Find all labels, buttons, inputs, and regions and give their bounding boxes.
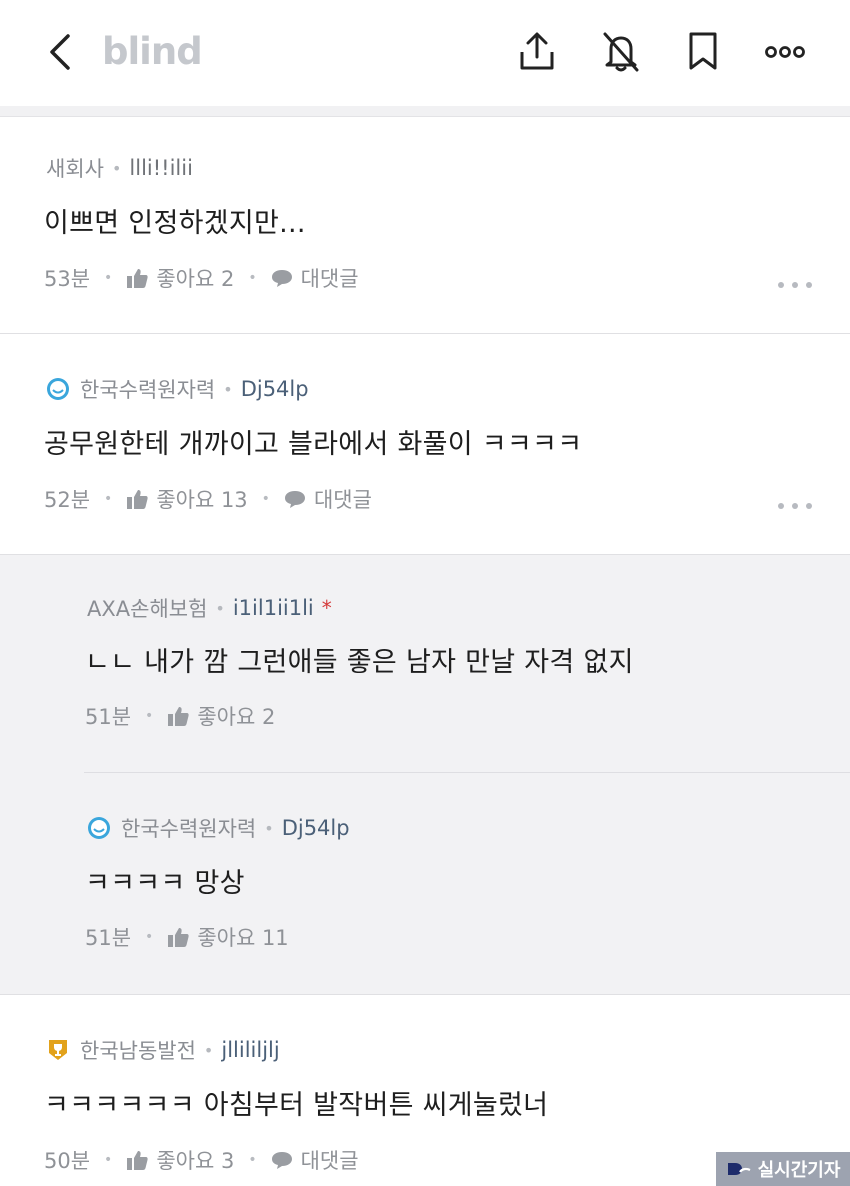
company-name[interactable]: 새회사 bbox=[46, 153, 104, 183]
meta-dot: • bbox=[264, 818, 274, 838]
reply-label: 대댓글 bbox=[300, 1149, 359, 1173]
comment-footer: 51분 • 좋아요 2 bbox=[85, 701, 275, 731]
dc-logo-icon bbox=[727, 1163, 751, 1175]
watermark: 실시간기자 bbox=[716, 1152, 850, 1186]
company-badge-icon bbox=[88, 817, 110, 839]
comment-footer: 52분 • 좋아요 13 • 대댓글 bbox=[44, 484, 372, 514]
comment-text: ㅋㅋㅋㅋ 망상 bbox=[85, 868, 245, 899]
comment-more-icon[interactable] bbox=[778, 279, 812, 291]
comment-meta: 새회사 • llli!!ilii bbox=[46, 153, 193, 183]
comment-meta: 한국남동발전 • jllililjlj bbox=[46, 1035, 280, 1065]
like-count: 좋아요 2 bbox=[156, 267, 235, 291]
company-name[interactable]: 한국수력원자력 bbox=[80, 374, 215, 404]
comment-meta: 한국수력원자력 • Dj54lp bbox=[46, 374, 309, 404]
meta-dot: • bbox=[215, 598, 225, 618]
meta-dot: • bbox=[203, 1040, 214, 1060]
watermark-text: 실시간기자 bbox=[757, 1160, 841, 1181]
comment-footer: 51분 • 좋아요 11 bbox=[85, 922, 289, 952]
share-icon[interactable] bbox=[514, 28, 560, 74]
thumbs-up-icon bbox=[127, 1151, 148, 1170]
comment-item: 새회사 • llli!!ilii 이쁘면 인정하겠지만... 53분 • 좋아요… bbox=[0, 117, 850, 334]
nickname[interactable]: i1il1ii1li bbox=[233, 596, 314, 620]
thumbs-up-icon bbox=[127, 269, 148, 288]
thumbs-up-icon bbox=[168, 928, 189, 947]
meta-dot: • bbox=[111, 158, 122, 178]
speech-bubble-icon bbox=[271, 1152, 292, 1169]
comment-text: 공무원한테 개까이고 블라에서 화풀이 ㅋㅋㅋㅋ bbox=[44, 429, 583, 460]
comment-item: 한국수력원자력 • Dj54lp 공무원한테 개까이고 블라에서 화풀이 ㅋㅋㅋ… bbox=[0, 334, 850, 555]
nickname[interactable]: jllililjlj bbox=[221, 1038, 279, 1062]
comment-text: 이쁘면 인정하겠지만... bbox=[44, 208, 306, 239]
like-count: 좋아요 2 bbox=[197, 705, 276, 729]
author-mark: * bbox=[321, 596, 332, 620]
reply-thread: AXA손해보험 • i1il1ii1li * ㄴㄴ 내가 깜 그런애들 좋은 남… bbox=[0, 555, 850, 995]
company-name[interactable]: AXA손해보험 bbox=[87, 593, 207, 623]
comment-time: 53분 bbox=[44, 267, 91, 291]
speech-bubble-icon bbox=[284, 491, 305, 508]
like-count: 좋아요 13 bbox=[156, 488, 248, 512]
like-button[interactable]: 좋아요 2 bbox=[126, 263, 234, 293]
back-arrow-icon[interactable] bbox=[44, 30, 78, 74]
nickname[interactable]: Dj54lp bbox=[282, 816, 350, 840]
comment-time: 51분 bbox=[85, 705, 132, 729]
comment-text: ㄴㄴ 내가 깜 그런애들 좋은 남자 만날 자격 없지 bbox=[85, 647, 634, 678]
like-button[interactable]: 좋아요 13 bbox=[126, 484, 248, 514]
reply-button[interactable]: 대댓글 bbox=[271, 263, 359, 293]
nickname[interactable]: Dj54lp bbox=[241, 377, 309, 401]
comment-time: 51분 bbox=[85, 926, 132, 950]
comment-footer: 50분 • 좋아요 3 • 대댓글 bbox=[44, 1145, 359, 1175]
header-separator bbox=[0, 106, 850, 117]
reply-label: 대댓글 bbox=[300, 267, 359, 291]
like-count: 좋아요 3 bbox=[156, 1149, 235, 1173]
reply-button[interactable]: 대댓글 bbox=[284, 484, 372, 514]
nickname[interactable]: llli!!ilii bbox=[129, 156, 193, 180]
comment-more-icon[interactable] bbox=[778, 500, 812, 512]
more-icon[interactable] bbox=[762, 28, 808, 74]
reply-button[interactable]: 대댓글 bbox=[271, 1145, 359, 1175]
thumbs-up-icon bbox=[168, 707, 189, 726]
bell-off-icon[interactable] bbox=[598, 28, 644, 74]
company-name[interactable]: 한국남동발전 bbox=[80, 1035, 196, 1065]
app-header: blind bbox=[0, 0, 850, 106]
like-button[interactable]: 좋아요 3 bbox=[126, 1145, 234, 1175]
like-button[interactable]: 좋아요 11 bbox=[167, 922, 289, 952]
comment-time: 50분 bbox=[44, 1149, 91, 1173]
comment-footer: 53분 • 좋아요 2 • 대댓글 bbox=[44, 263, 359, 293]
company-badge-icon bbox=[47, 378, 69, 400]
bookmark-icon[interactable] bbox=[680, 28, 726, 74]
company-name[interactable]: 한국수력원자력 bbox=[121, 813, 256, 843]
comment-meta: AXA손해보험 • i1il1ii1li * bbox=[87, 593, 332, 623]
reply-divider bbox=[84, 772, 850, 773]
reply-label: 대댓글 bbox=[313, 488, 372, 512]
comment-text: ㅋㅋㅋㅋㅋㅋ 아침부터 발작버튼 씨게눌렀너 bbox=[44, 1090, 549, 1121]
blind-logo: blind bbox=[102, 30, 203, 73]
speech-bubble-icon bbox=[271, 270, 292, 287]
meta-dot: • bbox=[223, 379, 233, 399]
like-count: 좋아요 11 bbox=[197, 926, 289, 950]
thumbs-up-icon bbox=[127, 490, 148, 509]
like-button[interactable]: 좋아요 2 bbox=[167, 701, 275, 731]
comment-time: 52분 bbox=[44, 488, 91, 512]
trophy-badge-icon bbox=[49, 1040, 67, 1060]
comment-meta: 한국수력원자력 • Dj54lp bbox=[87, 813, 350, 843]
